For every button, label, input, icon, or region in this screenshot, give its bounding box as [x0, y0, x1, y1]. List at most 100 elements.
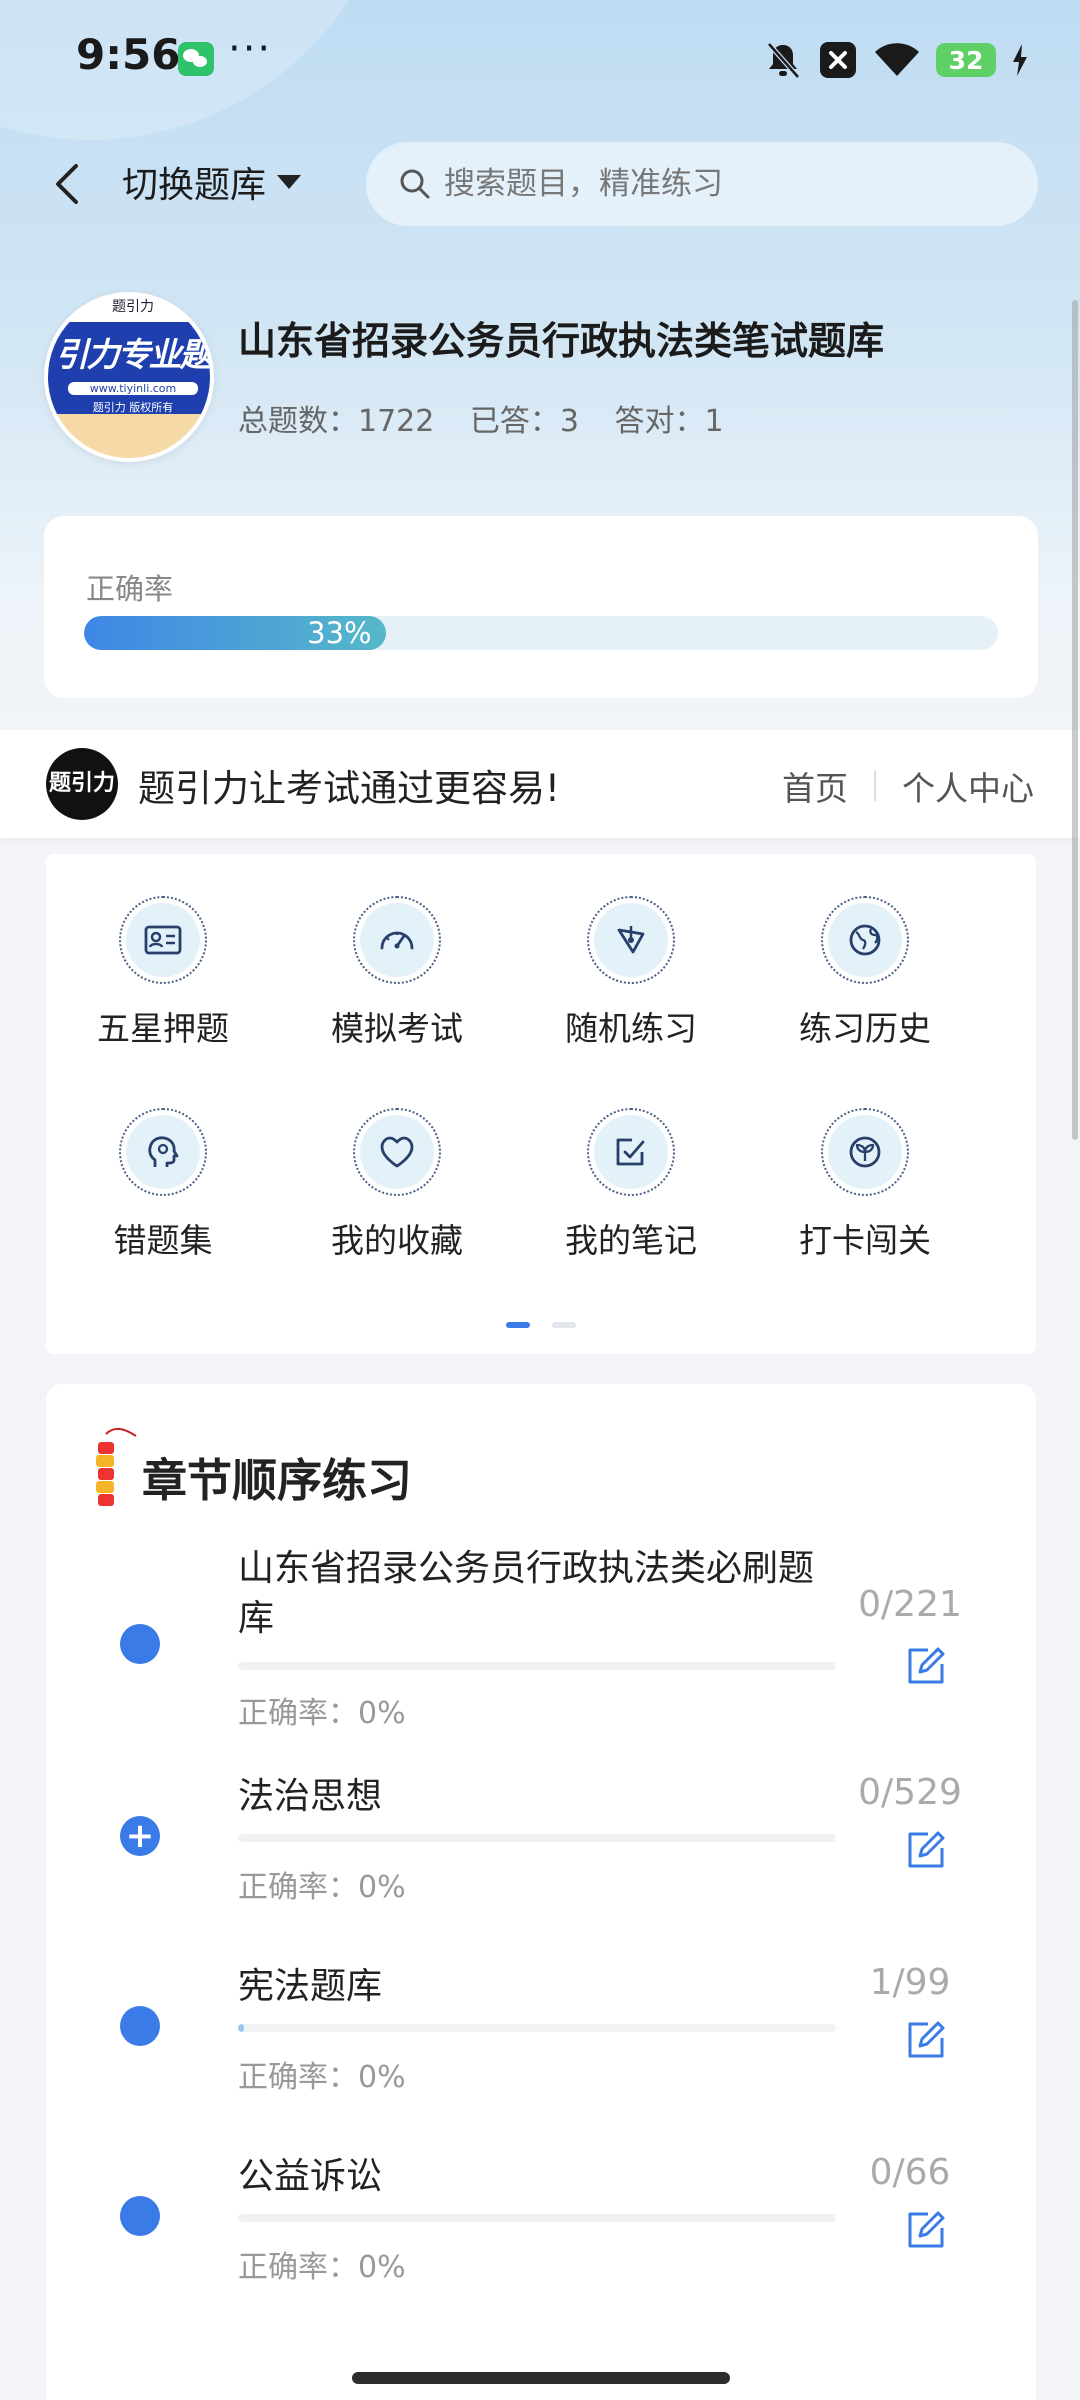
page-dot[interactable] [552, 1322, 576, 1328]
edit-icon[interactable] [904, 1644, 948, 1688]
chapter-count: 0/529 [858, 1772, 962, 1813]
edit-icon[interactable] [904, 1828, 948, 1872]
logo-sub-text: 题引力 版权所有 [92, 401, 174, 414]
feature-label: 错题集 [113, 1221, 213, 1260]
chapter-item[interactable]: 宪法题库 正确率：0% 1/99 [46, 1962, 1036, 2134]
wechat-notification-icon [178, 42, 214, 76]
chapter-item[interactable]: 山东省招录公务员行政执法类必刷题库 正确率：0% 0/221 [46, 1544, 1036, 1744]
page-scrollbar[interactable] [1072, 300, 1078, 1140]
chapter-name: 宪法题库 [238, 1966, 383, 2007]
feature-label: 我的收藏 [331, 1221, 463, 1260]
link-divider [874, 771, 876, 801]
switch-bank-button[interactable]: 切换题库 [122, 156, 302, 208]
chapter-progress-bar [238, 1834, 836, 1842]
feature-practice-history[interactable]: 练习历史 [748, 896, 982, 1050]
sprout-icon [849, 1136, 881, 1168]
feature-five-star[interactable]: 五星押题 [46, 896, 280, 1050]
edit-icon[interactable] [904, 2208, 948, 2252]
brand-logo: 题引力 [46, 748, 118, 820]
feature-icon-bg [126, 903, 200, 977]
feature-my-notes[interactable]: 我的笔记 [514, 1108, 748, 1262]
more-notifications-icon: ··· [228, 26, 273, 72]
feature-icon-ring [587, 1108, 675, 1196]
feature-label: 随机练习 [565, 1009, 697, 1048]
feature-page-indicator [506, 1322, 586, 1328]
home-link[interactable]: 首页 [782, 762, 848, 810]
logo-url: www.tiyinli.com [68, 382, 198, 395]
chapter-name: 公益诉讼 [238, 2156, 383, 2197]
chapter-progress-fill [238, 2024, 245, 2032]
feature-check-in[interactable]: 打卡闯关 [748, 1108, 982, 1262]
chapter-count: 0/66 [869, 2152, 951, 2193]
status-time: 9:56 [76, 30, 181, 79]
logo-bottom-band [48, 414, 210, 458]
feature-mock-exam[interactable]: 模拟考试 [280, 896, 514, 1050]
network-icon [617, 926, 645, 954]
feature-icon-ring [353, 1108, 441, 1196]
feature-icon-bg [126, 1115, 200, 1189]
chapter-accuracy: 正确率：0% [238, 1870, 406, 1905]
logo-main-text: 引力专业题 [55, 335, 211, 374]
caret-down-icon [277, 175, 302, 189]
correct-count: 答对：1 [614, 404, 724, 439]
feature-icon-bg [360, 1115, 434, 1189]
bell-muted-icon [767, 42, 800, 79]
chapter-count: 1/99 [869, 1962, 951, 2003]
chapter-accuracy: 正确率：0% [238, 2250, 406, 2285]
close-box-icon [820, 42, 856, 78]
back-arrow-icon[interactable] [44, 158, 94, 210]
feature-wrong-questions[interactable]: 错题集 [46, 1108, 280, 1262]
feature-grid: 五星押题 模拟考试 随机练习 练习历史 错题集 我的收藏 我的笔记 打卡闯关 [46, 854, 1036, 1354]
bank-logo: 题引力 引力专业题 www.tiyinli.com 题引力 版权所有 [44, 292, 214, 462]
heart-icon [380, 1136, 414, 1168]
chapter-progress-bar [238, 1662, 836, 1670]
id-card-icon [144, 925, 182, 955]
expand-plus-icon[interactable]: + [120, 1816, 160, 1856]
chapter-practice-card: 章节顺序练习 山东省招录公务员行政执法类必刷题库 正确率：0% 0/221 + … [46, 1384, 1036, 2400]
feature-icon-ring [119, 896, 207, 984]
chapter-name: 法治思想 [238, 1776, 383, 1817]
edit-icon[interactable] [904, 2018, 948, 2062]
feature-label: 我的笔记 [565, 1221, 697, 1260]
feature-icon-bg [594, 903, 668, 977]
chapter-progress-bar [238, 2024, 836, 2032]
note-check-icon [616, 1138, 645, 1166]
top-nav: 切换题库 [0, 140, 1080, 228]
globe-icon [849, 924, 881, 956]
chapter-name: 山东省招录公务员行政执法类必刷题库 [238, 1548, 815, 1639]
feature-icon-ring [821, 1108, 909, 1196]
home-indicator[interactable] [352, 2372, 730, 2384]
feature-label: 打卡闯关 [799, 1221, 931, 1260]
switch-bank-label: 切换题库 [122, 165, 267, 206]
slogan-text: 题引力让考试通过更容易! [138, 767, 560, 810]
total-questions: 总题数：1722 [238, 404, 435, 439]
feature-icon-ring [119, 1108, 207, 1196]
feature-icon-ring [821, 896, 909, 984]
chapter-item[interactable]: 公益诉讼 正确率：0% 0/66 [46, 2152, 1036, 2324]
search-bar[interactable] [366, 142, 1038, 226]
chapter-section-title: 章节顺序练习 [142, 1454, 413, 1507]
feature-icon-bg [828, 903, 902, 977]
page-dot-active[interactable] [506, 1322, 530, 1328]
firecracker-icon [96, 1428, 137, 1506]
chapter-progress-bar [238, 2214, 836, 2222]
chapter-bullet [120, 2196, 160, 2236]
chapter-item[interactable]: + 法治思想 正确率：0% 0/529 [46, 1772, 1036, 1944]
gauge-icon [380, 931, 414, 950]
status-bar: 9:56 ··· 32 [0, 0, 1080, 120]
bank-title: 山东省招录公务员行政执法类笔试题库 [238, 319, 885, 363]
feature-label: 五星押题 [97, 1009, 229, 1048]
status-icons: 32 [764, 38, 1028, 82]
search-icon [400, 169, 430, 199]
feature-favorites[interactable]: 我的收藏 [280, 1108, 514, 1262]
wifi-icon [875, 43, 919, 76]
feature-label: 模拟考试 [331, 1009, 463, 1048]
battery-icon: 32 [936, 43, 996, 77]
search-input[interactable] [442, 165, 1006, 203]
feature-icon-ring [353, 896, 441, 984]
feature-random-practice[interactable]: 随机练习 [514, 896, 748, 1050]
feature-icon-bg [360, 903, 434, 977]
profile-link[interactable]: 个人中心 [902, 762, 1034, 810]
logo-banner: 引力专业题 www.tiyinli.com 题引力 版权所有 [48, 322, 211, 414]
accuracy-card: 正确率 33% [44, 516, 1038, 698]
